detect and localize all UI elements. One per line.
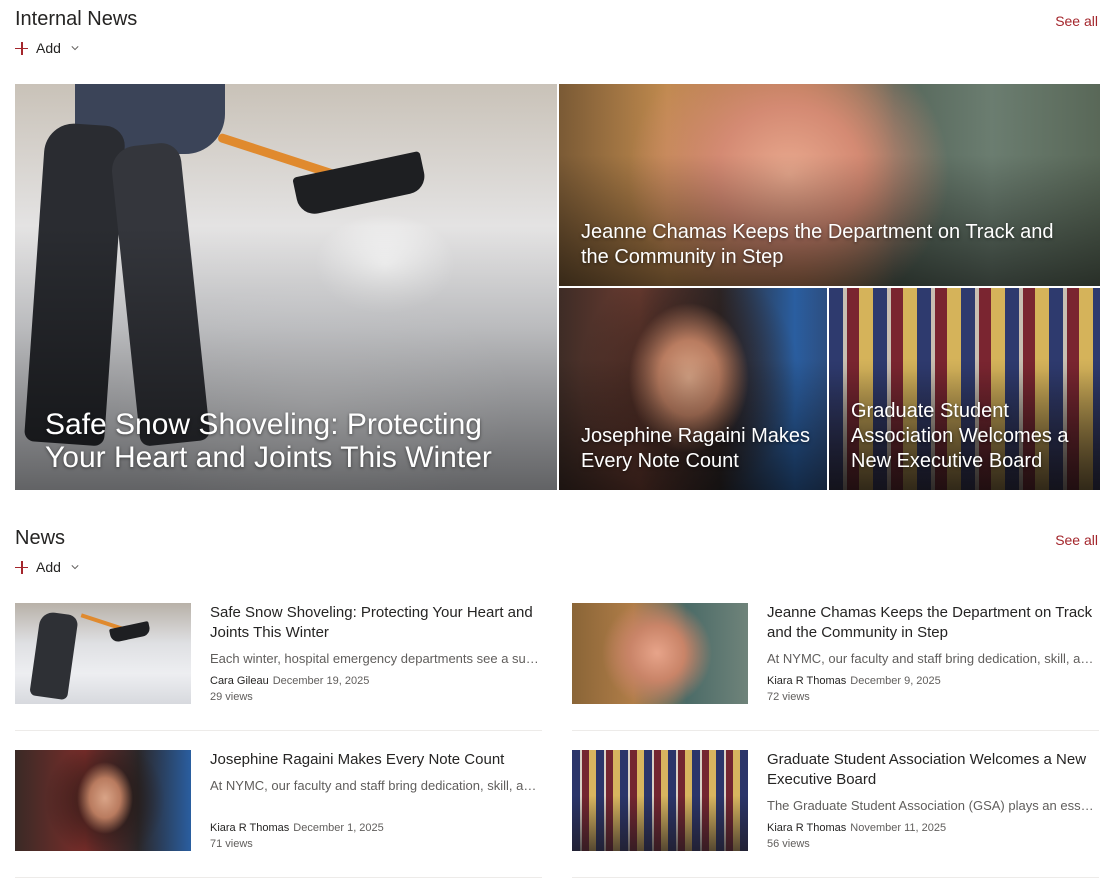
- news-list-item[interactable]: Safe Snow Shoveling: Protecting Your Hea…: [15, 603, 542, 731]
- news-list-item[interactable]: Josephine Ragaini Makes Every Note Count…: [15, 750, 542, 878]
- news-meta: Cara Gileau December 19, 2025: [210, 675, 369, 687]
- news-heading: News: [15, 527, 66, 549]
- news-title[interactable]: Jeanne Chamas Keeps the Department on Tr…: [767, 603, 1099, 643]
- add-label: Add: [36, 559, 61, 575]
- plus-icon: [15, 41, 28, 55]
- news-description: At NYMC, our faculty and staff bring ded…: [210, 778, 542, 793]
- hero-tile-jeanne-chamas[interactable]: Jeanne Chamas Keeps the Department on Tr…: [559, 84, 1100, 286]
- internal-news-hero-grid: Safe Snow Shoveling: Protecting Your Hea…: [15, 84, 1100, 490]
- news-meta: Kiara R Thomas November 11, 2025: [767, 822, 946, 834]
- hero-tile-title: Jeanne Chamas Keeps the Department on Tr…: [581, 221, 1054, 268]
- news-meta: Kiara R Thomas December 9, 2025: [767, 675, 941, 687]
- news-add-button[interactable]: Add: [15, 559, 79, 575]
- news-views: 29 views: [210, 691, 253, 703]
- news-author: Kiara R Thomas: [210, 822, 290, 834]
- news-author: Kiara R Thomas: [767, 822, 847, 834]
- hero-tile-graduate-student-association[interactable]: Graduate Student Association Welcomes a …: [829, 288, 1100, 490]
- hero-tile-josephine-ragaini[interactable]: Josephine Ragaini Makes Every Note Count: [559, 288, 827, 490]
- chevron-down-icon: [71, 46, 79, 51]
- news-thumbnail: [572, 750, 748, 851]
- news-date: December 1, 2025: [293, 822, 384, 834]
- news-title[interactable]: Safe Snow Shoveling: Protecting Your Hea…: [210, 603, 542, 643]
- news-list-item[interactable]: Graduate Student Association Welcomes a …: [572, 750, 1099, 878]
- internal-news-see-all-link[interactable]: See all: [1055, 13, 1098, 29]
- news-title[interactable]: Josephine Ragaini Makes Every Note Count: [210, 750, 542, 770]
- news-author: Kiara R Thomas: [767, 675, 847, 687]
- news-author: Cara Gileau: [210, 675, 269, 687]
- news-thumbnail: [572, 603, 748, 704]
- news-views: 72 views: [767, 691, 810, 703]
- news-list-item[interactable]: Jeanne Chamas Keeps the Department on Tr…: [572, 603, 1099, 731]
- news-title[interactable]: Graduate Student Association Welcomes a …: [767, 750, 1099, 790]
- news-views: 56 views: [767, 838, 810, 850]
- internal-news-add-button[interactable]: Add: [15, 40, 79, 56]
- hero-tile-title: Safe Snow Shoveling: Protecting Your Hea…: [45, 408, 492, 474]
- plus-icon: [15, 560, 28, 574]
- news-description: The Graduate Student Association (GSA) p…: [767, 798, 1099, 813]
- hero-tile-title: Josephine Ragaini Makes Every Note Count: [581, 425, 811, 472]
- news-description: At NYMC, our faculty and staff bring ded…: [767, 651, 1099, 666]
- news-thumbnail: [15, 750, 191, 851]
- news-date: November 11, 2025: [850, 822, 947, 834]
- hero-tile-snow-shoveling[interactable]: Safe Snow Shoveling: Protecting Your Hea…: [15, 84, 557, 490]
- news-description: Each winter, hospital emergency departme…: [210, 651, 542, 666]
- add-label: Add: [36, 40, 61, 56]
- news-views: 71 views: [210, 838, 253, 850]
- internal-news-heading: Internal News: [15, 8, 138, 30]
- news-date: December 19, 2025: [272, 675, 370, 687]
- news-date: December 9, 2025: [850, 675, 941, 687]
- chevron-down-icon: [71, 565, 79, 570]
- news-meta: Kiara R Thomas December 1, 2025: [210, 822, 384, 834]
- hero-tile-title: Graduate Student Association Welcomes a …: [851, 400, 1069, 472]
- news-see-all-link[interactable]: See all: [1055, 532, 1098, 548]
- news-thumbnail: [15, 603, 191, 704]
